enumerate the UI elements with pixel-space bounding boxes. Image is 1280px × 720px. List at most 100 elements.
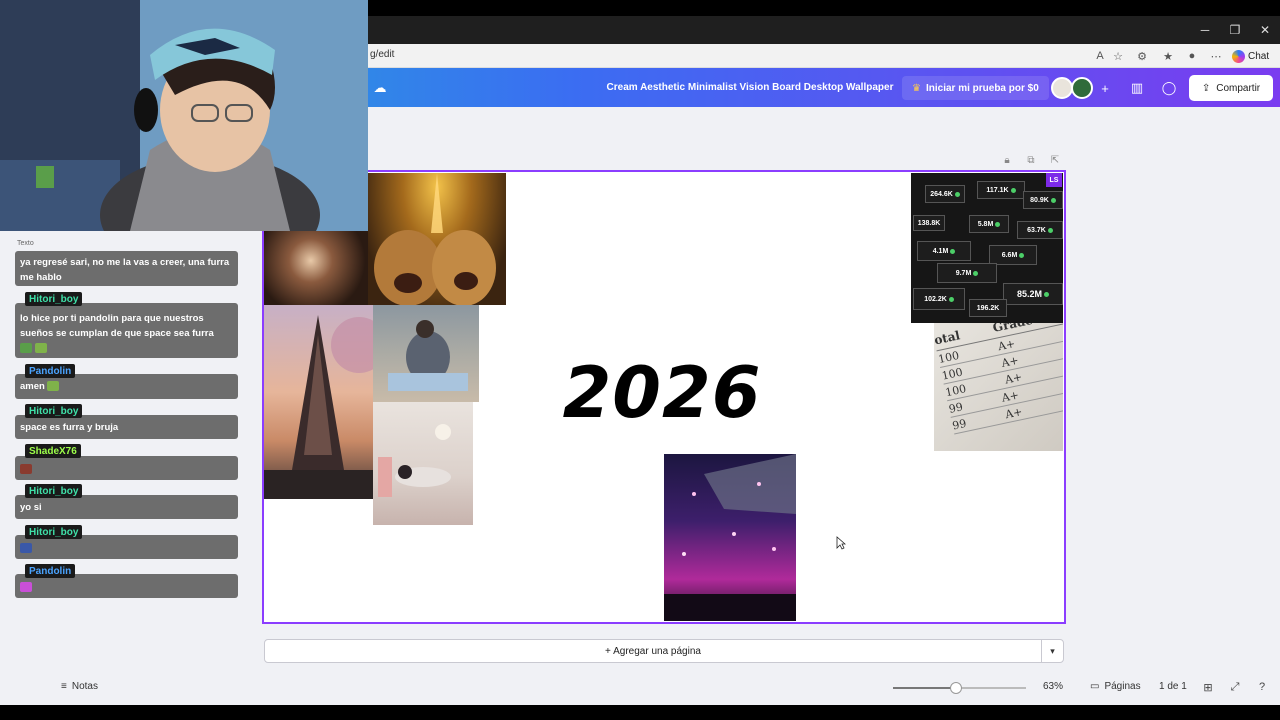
chat-message-text: yo si — [20, 502, 42, 513]
zoom-slider-fill — [893, 687, 956, 689]
mouse-cursor-icon — [836, 536, 846, 550]
chat-message: space es furra y bruja — [15, 415, 238, 439]
stat-card: 4.1M — [917, 241, 971, 261]
stat-card: 264.6K — [925, 185, 965, 203]
crown-icon: ♛ — [912, 82, 921, 94]
avatar[interactable] — [1051, 77, 1073, 99]
notes-icon: ≡ — [61, 681, 67, 692]
zoom-level-label: 63% — [1043, 681, 1064, 692]
pages-label: Páginas — [1104, 681, 1141, 692]
chat-message: ya regresé sari, no me la vas a creer, u… — [15, 251, 238, 286]
share-icon: ⇪ — [1201, 82, 1211, 94]
cats-eiffel-photo[interactable] — [368, 173, 506, 305]
add-page-dropdown-icon[interactable]: ▾ — [1041, 639, 1064, 663]
comment-icon[interactable]: ◯ — [1159, 78, 1179, 98]
extensions-icon[interactable]: ⚙ — [1134, 48, 1150, 64]
grid-view-icon[interactable]: ⊞ — [1201, 680, 1215, 694]
pilates-photo[interactable] — [373, 402, 473, 525]
favorite-star-icon[interactable]: ☆ — [1110, 48, 1126, 64]
emote-icon — [35, 343, 47, 354]
zoom-slider[interactable] — [893, 682, 1026, 694]
zoom-slider-thumb[interactable] — [949, 682, 962, 694]
chat-message-text: space es furra y bruja — [20, 422, 119, 433]
zoom-level[interactable]: 63% — [1043, 681, 1063, 692]
chat-message-text: ya regresé sari, no me la vas a creer, u… — [20, 257, 230, 283]
stat-card: 63.7K — [1017, 221, 1063, 239]
concert-confetti-photo[interactable] — [664, 454, 796, 621]
ghost-label-texto: Texto — [17, 240, 34, 247]
chat-message — [15, 456, 238, 480]
add-page-label: + Agregar una página — [605, 645, 701, 657]
restore-icon[interactable]: ❐ — [1220, 16, 1250, 44]
page-count-label: 1 de 1 — [1159, 681, 1187, 692]
minimize-icon[interactable]: ─ — [1190, 16, 1220, 44]
chat-username[interactable]: ShadeX76 — [25, 444, 81, 458]
document-title[interactable]: Cream Aesthetic Minimalist Vision Board … — [560, 82, 940, 93]
url-text[interactable]: g/edit — [370, 49, 394, 60]
chat-username[interactable]: Hitori_boy — [25, 525, 83, 539]
read-aloud-icon[interactable]: A — [1092, 48, 1108, 64]
year-heading[interactable]: 2026 — [562, 352, 762, 434]
duplicate-page-icon[interactable]: ⧉ — [1024, 153, 1038, 167]
chat-message: yo si — [15, 495, 238, 519]
beach-couple-illustration — [388, 320, 468, 391]
start-trial-button[interactable]: ♛ Iniciar mi prueba por $0 — [902, 76, 1049, 100]
page-counter: 1 de 1 — [1159, 681, 1187, 692]
chat-username[interactable]: Pandolin — [25, 364, 76, 378]
collaborator-badge: LS — [1046, 173, 1062, 187]
cloud-sync-icon[interactable]: ☁ — [372, 80, 388, 96]
share-label: Compartir — [1216, 82, 1261, 94]
stat-card: 138.8K — [913, 215, 945, 231]
analytics-icon[interactable]: ▥ — [1127, 78, 1147, 98]
stats-collage[interactable]: 264.6K 117.1K 80.9K 138.8K 5.8M 63.7K 4.… — [911, 173, 1063, 323]
share-button[interactable]: ⇪ Compartir — [1189, 75, 1273, 101]
stat-card: 5.8M — [969, 215, 1009, 233]
concert-confetti-illustration — [664, 454, 796, 621]
copilot-chat-button[interactable]: Chat — [1232, 47, 1276, 65]
help-icon[interactable]: ? — [1255, 680, 1269, 694]
add-collaborator-icon[interactable]: + — [1095, 78, 1115, 98]
profile-icon[interactable]: ● — [1184, 48, 1200, 64]
chat-message-text: amen — [20, 381, 45, 392]
webcam-overlay — [0, 0, 368, 231]
lock-icon[interactable]: 🔒︎ — [1000, 153, 1014, 167]
pilates-illustration — [378, 424, 451, 497]
chat-message-text: lo hice por ti pandolin para que nuestro… — [20, 313, 214, 339]
chat-label: Chat — [1248, 50, 1270, 62]
grades-table: otal Grade 100 A+ 100 A+ 100 A+ 99 A+ 99 A+ — [934, 323, 1063, 435]
emote-icon — [47, 381, 60, 392]
grades-header-total: otal — [934, 328, 962, 348]
eiffel-tower-photo[interactable] — [264, 305, 373, 499]
cats-eiffel-illustration — [374, 173, 496, 305]
notes-label: Notas — [71, 681, 98, 692]
add-page-button[interactable]: + Agregar una página — [264, 639, 1042, 663]
chat-username[interactable]: Hitori_boy — [25, 292, 83, 306]
chat-username[interactable]: Hitori_boy — [25, 404, 83, 418]
emote-icon — [20, 582, 32, 593]
eiffel-tower-illustration — [264, 315, 373, 499]
fullscreen-icon[interactable]: ⤢ — [1228, 680, 1242, 694]
emote-icon — [20, 464, 32, 475]
stat-card: 102.2K — [913, 288, 965, 310]
start-trial-label: Iniciar mi prueba por $0 — [925, 82, 1039, 94]
stat-card: 6.6M — [989, 245, 1037, 265]
more-icon[interactable]: ⋯ — [1208, 48, 1224, 64]
stat-card: 85.2M — [1003, 283, 1063, 305]
avatar[interactable] — [1071, 77, 1093, 99]
grades-paper-photo[interactable]: otal Grade 100 A+ 100 A+ 100 A+ 99 A+ 99 A+ — [934, 323, 1063, 451]
stat-card: 9.7M — [937, 263, 997, 283]
chat-username[interactable]: Hitori_boy — [25, 484, 83, 498]
emote-icon — [20, 343, 32, 354]
notes-button[interactable]: ≡ Notas — [61, 681, 98, 692]
chat-username[interactable]: Pandolin — [25, 564, 76, 578]
pages-button[interactable]: ▭ Páginas — [1090, 681, 1141, 692]
stream-chat-overlay: Texto ya regresé sari, no me la vas a cr… — [0, 231, 262, 661]
webcam-feed — [0, 0, 368, 231]
close-icon[interactable]: ✕ — [1250, 16, 1280, 44]
copilot-icon — [1232, 49, 1245, 63]
beach-couple-photo[interactable] — [373, 305, 479, 402]
stat-card: 80.9K — [1023, 191, 1063, 209]
favorites-icon[interactable]: ★ — [1160, 48, 1176, 64]
add-page-icon[interactable]: ⇱ — [1048, 153, 1062, 167]
ring-hand-photo[interactable] — [264, 231, 368, 305]
